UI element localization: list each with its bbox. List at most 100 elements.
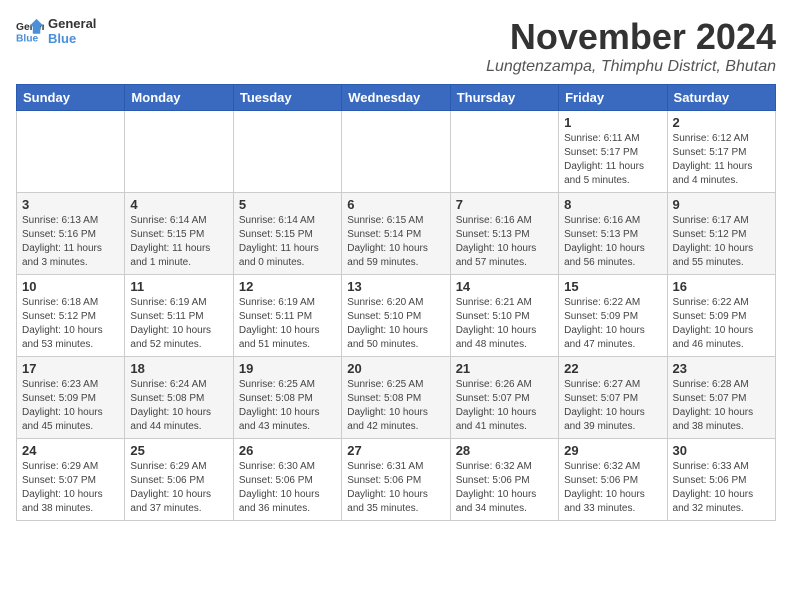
calendar-cell: 10 Sunrise: 6:18 AM Sunset: 5:12 PM Dayli…	[17, 275, 125, 357]
day-number: 30	[673, 443, 770, 458]
calendar-week-3: 10 Sunrise: 6:18 AM Sunset: 5:12 PM Dayli…	[17, 275, 776, 357]
subtitle: Lungtenzampa, Thimphu District, Bhutan	[486, 58, 776, 76]
day-info: Sunrise: 6:29 AM Sunset: 5:06 PM Dayligh…	[130, 460, 227, 516]
logo-blue: Blue	[48, 31, 96, 46]
day-info: Sunrise: 6:22 AM Sunset: 5:09 PM Dayligh…	[564, 296, 661, 352]
day-number: 19	[239, 361, 336, 376]
svg-text:Blue: Blue	[16, 33, 39, 44]
day-number: 16	[673, 279, 770, 294]
calendar-cell: 9 Sunrise: 6:17 AM Sunset: 5:12 PM Daylig…	[667, 193, 775, 275]
day-number: 29	[564, 443, 661, 458]
day-info: Sunrise: 6:16 AM Sunset: 5:13 PM Dayligh…	[456, 214, 553, 270]
calendar-cell: 21 Sunrise: 6:26 AM Sunset: 5:07 PM Dayli…	[450, 357, 558, 439]
day-number: 5	[239, 197, 336, 212]
day-info: Sunrise: 6:26 AM Sunset: 5:07 PM Dayligh…	[456, 378, 553, 434]
day-info: Sunrise: 6:14 AM Sunset: 5:15 PM Dayligh…	[239, 214, 336, 270]
main-title: November 2024	[486, 16, 776, 58]
calendar-week-5: 24 Sunrise: 6:29 AM Sunset: 5:07 PM Dayli…	[17, 439, 776, 521]
weekday-header-saturday: Saturday	[667, 85, 775, 111]
calendar-cell: 28 Sunrise: 6:32 AM Sunset: 5:06 PM Dayli…	[450, 439, 558, 521]
calendar-cell: 24 Sunrise: 6:29 AM Sunset: 5:07 PM Dayli…	[17, 439, 125, 521]
day-info: Sunrise: 6:28 AM Sunset: 5:07 PM Dayligh…	[673, 378, 770, 434]
day-number: 26	[239, 443, 336, 458]
day-info: Sunrise: 6:17 AM Sunset: 5:12 PM Dayligh…	[673, 214, 770, 270]
day-info: Sunrise: 6:22 AM Sunset: 5:09 PM Dayligh…	[673, 296, 770, 352]
day-number: 11	[130, 279, 227, 294]
calendar-cell	[233, 111, 341, 193]
day-number: 28	[456, 443, 553, 458]
day-number: 17	[22, 361, 119, 376]
calendar-cell: 7 Sunrise: 6:16 AM Sunset: 5:13 PM Daylig…	[450, 193, 558, 275]
calendar-cell: 2 Sunrise: 6:12 AM Sunset: 5:17 PM Daylig…	[667, 111, 775, 193]
calendar-cell: 1 Sunrise: 6:11 AM Sunset: 5:17 PM Daylig…	[559, 111, 667, 193]
day-number: 4	[130, 197, 227, 212]
weekday-header-thursday: Thursday	[450, 85, 558, 111]
calendar-cell: 23Sunrise: 6:28 AM Sunset: 5:07 PM Dayli…	[667, 357, 775, 439]
calendar-cell: 5 Sunrise: 6:14 AM Sunset: 5:15 PM Daylig…	[233, 193, 341, 275]
day-number: 3	[22, 197, 119, 212]
calendar-cell: 25 Sunrise: 6:29 AM Sunset: 5:06 PM Dayli…	[125, 439, 233, 521]
day-info: Sunrise: 6:32 AM Sunset: 5:06 PM Dayligh…	[456, 460, 553, 516]
day-number: 22	[564, 361, 661, 376]
day-number: 9	[673, 197, 770, 212]
header-section: General Blue General Blue November 2024 …	[16, 16, 776, 76]
calendar-cell: 20Sunrise: 6:25 AM Sunset: 5:08 PM Dayli…	[342, 357, 450, 439]
day-info: Sunrise: 6:14 AM Sunset: 5:15 PM Dayligh…	[130, 214, 227, 270]
day-info: Sunrise: 6:23 AM Sunset: 5:09 PM Dayligh…	[22, 378, 119, 434]
calendar-header-row: SundayMondayTuesdayWednesdayThursdayFrid…	[17, 85, 776, 111]
day-number: 27	[347, 443, 444, 458]
day-info: Sunrise: 6:24 AM Sunset: 5:08 PM Dayligh…	[130, 378, 227, 434]
calendar-cell: 17 Sunrise: 6:23 AM Sunset: 5:09 PM Dayli…	[17, 357, 125, 439]
weekday-header-sunday: Sunday	[17, 85, 125, 111]
day-info: Sunrise: 6:19 AM Sunset: 5:11 PM Dayligh…	[130, 296, 227, 352]
calendar-cell: 19 Sunrise: 6:25 AM Sunset: 5:08 PM Dayli…	[233, 357, 341, 439]
day-number: 24	[22, 443, 119, 458]
day-info: Sunrise: 6:30 AM Sunset: 5:06 PM Dayligh…	[239, 460, 336, 516]
calendar-cell	[125, 111, 233, 193]
calendar-week-2: 3 Sunrise: 6:13 AM Sunset: 5:16 PM Daylig…	[17, 193, 776, 275]
calendar-cell: 16 Sunrise: 6:22 AM Sunset: 5:09 PM Dayli…	[667, 275, 775, 357]
day-number: 1	[564, 115, 661, 130]
calendar-cell: 30Sunrise: 6:33 AM Sunset: 5:06 PM Dayli…	[667, 439, 775, 521]
weekday-header-wednesday: Wednesday	[342, 85, 450, 111]
calendar-cell: 12 Sunrise: 6:19 AM Sunset: 5:11 PM Dayli…	[233, 275, 341, 357]
calendar-week-4: 17 Sunrise: 6:23 AM Sunset: 5:09 PM Dayli…	[17, 357, 776, 439]
calendar-cell: 18 Sunrise: 6:24 AM Sunset: 5:08 PM Dayli…	[125, 357, 233, 439]
day-info: Sunrise: 6:16 AM Sunset: 5:13 PM Dayligh…	[564, 214, 661, 270]
day-info: Sunrise: 6:11 AM Sunset: 5:17 PM Dayligh…	[564, 132, 661, 188]
calendar-week-1: 1 Sunrise: 6:11 AM Sunset: 5:17 PM Daylig…	[17, 111, 776, 193]
calendar-cell: 4 Sunrise: 6:14 AM Sunset: 5:15 PM Daylig…	[125, 193, 233, 275]
day-number: 15	[564, 279, 661, 294]
weekday-header-friday: Friday	[559, 85, 667, 111]
day-number: 18	[130, 361, 227, 376]
calendar-cell: 3 Sunrise: 6:13 AM Sunset: 5:16 PM Daylig…	[17, 193, 125, 275]
calendar-cell: 15 Sunrise: 6:22 AM Sunset: 5:09 PM Dayli…	[559, 275, 667, 357]
logo: General Blue General Blue	[16, 16, 96, 46]
calendar-cell	[17, 111, 125, 193]
logo-general: General	[48, 16, 96, 31]
day-info: Sunrise: 6:19 AM Sunset: 5:11 PM Dayligh…	[239, 296, 336, 352]
day-number: 8	[564, 197, 661, 212]
day-info: Sunrise: 6:12 AM Sunset: 5:17 PM Dayligh…	[673, 132, 770, 188]
day-info: Sunrise: 6:20 AM Sunset: 5:10 PM Dayligh…	[347, 296, 444, 352]
day-number: 7	[456, 197, 553, 212]
calendar-table: SundayMondayTuesdayWednesdayThursdayFrid…	[16, 84, 776, 521]
day-info: Sunrise: 6:29 AM Sunset: 5:07 PM Dayligh…	[22, 460, 119, 516]
day-number: 25	[130, 443, 227, 458]
day-info: Sunrise: 6:25 AM Sunset: 5:08 PM Dayligh…	[239, 378, 336, 434]
day-info: Sunrise: 6:13 AM Sunset: 5:16 PM Dayligh…	[22, 214, 119, 270]
day-info: Sunrise: 6:18 AM Sunset: 5:12 PM Dayligh…	[22, 296, 119, 352]
day-number: 10	[22, 279, 119, 294]
day-number: 14	[456, 279, 553, 294]
day-number: 21	[456, 361, 553, 376]
day-number: 13	[347, 279, 444, 294]
calendar-cell: 22Sunrise: 6:27 AM Sunset: 5:07 PM Dayli…	[559, 357, 667, 439]
day-info: Sunrise: 6:25 AM Sunset: 5:08 PM Dayligh…	[347, 378, 444, 434]
title-section: November 2024 Lungtenzampa, Thimphu Dist…	[486, 16, 776, 76]
day-number: 6	[347, 197, 444, 212]
calendar-cell: 11 Sunrise: 6:19 AM Sunset: 5:11 PM Dayli…	[125, 275, 233, 357]
day-number: 2	[673, 115, 770, 130]
logo-icon: General Blue	[16, 17, 44, 45]
calendar-cell: 27Sunrise: 6:31 AM Sunset: 5:06 PM Dayli…	[342, 439, 450, 521]
day-number: 12	[239, 279, 336, 294]
